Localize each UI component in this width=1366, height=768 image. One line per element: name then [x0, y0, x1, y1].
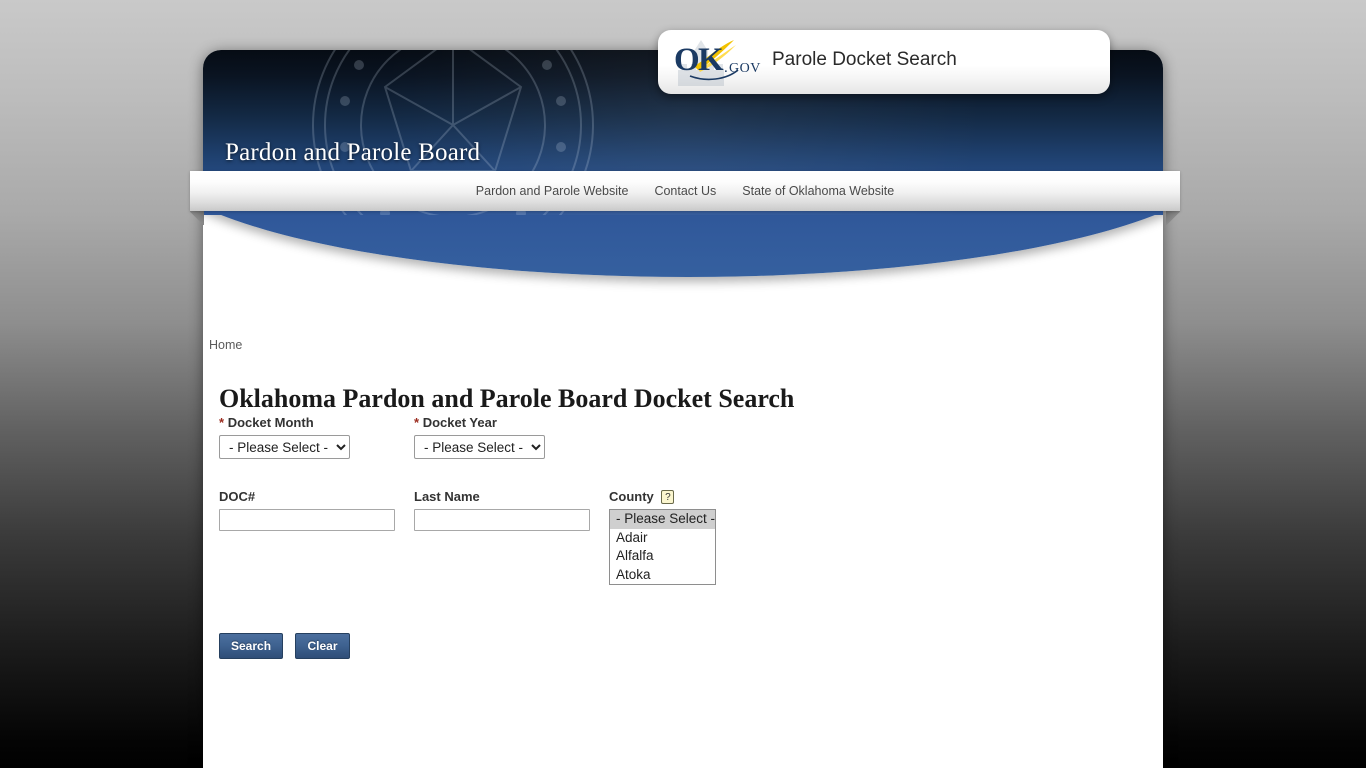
breadcrumb-item-home[interactable]: Home: [209, 338, 242, 352]
page-root: SEAL Pardon and Parole Board Home Oklaho…: [0, 0, 1366, 768]
svg-text:.: .: [724, 60, 728, 76]
field-last-name: Last Name: [414, 489, 590, 531]
header-wave-shape: [203, 215, 1163, 277]
page-title: Oklahoma Pardon and Parole Board Docket …: [219, 384, 795, 414]
field-doc-number: DOC#: [219, 489, 395, 531]
svg-text:O: O: [674, 42, 700, 78]
svg-text:K: K: [698, 42, 724, 78]
county-option[interactable]: Atoka: [610, 566, 715, 585]
search-button[interactable]: Search: [219, 633, 284, 659]
county-option[interactable]: Alfalfa: [610, 547, 715, 566]
last-name-input[interactable]: [414, 509, 590, 531]
breadcrumb: Home: [209, 338, 242, 352]
app-title: Parole Docket Search: [772, 49, 957, 70]
county-option[interactable]: - Please Select -: [610, 510, 715, 529]
nav-ribbon-shadow-right: [1166, 211, 1180, 225]
field-county: County ? - Please Select - Adair Alfalfa…: [609, 489, 716, 585]
form-row-date: * Docket Month - Please Select - * Docke…: [219, 415, 1149, 489]
last-name-label: Last Name: [414, 489, 480, 504]
doc-number-label: DOC#: [219, 489, 256, 504]
required-marker: *: [414, 415, 420, 430]
county-label: County ?: [609, 489, 716, 504]
nav-item-state-of-oklahoma-website[interactable]: State of Oklahoma Website: [740, 182, 896, 200]
county-listbox[interactable]: - Please Select - Adair Alfalfa Atoka: [609, 509, 716, 585]
docket-year-select[interactable]: - Please Select -: [414, 435, 545, 459]
doc-number-input[interactable]: [219, 509, 395, 531]
nav-item-contact-us[interactable]: Contact Us: [652, 182, 718, 200]
county-option[interactable]: Adair: [610, 529, 715, 548]
docket-year-label: * Docket Year: [414, 415, 545, 430]
ok-gov-logo-icon[interactable]: O K . GOV: [672, 36, 776, 88]
header-wave-area: [203, 215, 1163, 335]
field-docket-year: * Docket Year - Please Select -: [414, 415, 545, 459]
field-docket-month: * Docket Month - Please Select -: [219, 415, 350, 459]
docket-search-form: * Docket Month - Please Select - * Docke…: [219, 415, 1149, 659]
question-mark-icon[interactable]: ?: [661, 490, 675, 504]
form-actions: Search Clear: [219, 633, 1149, 659]
page-container: SEAL Pardon and Parole Board Home Oklaho…: [203, 50, 1163, 768]
nav-link-list: Pardon and Parole Website Contact Us Sta…: [190, 171, 1180, 211]
nav-item-pardon-and-parole-website[interactable]: Pardon and Parole Website: [474, 182, 631, 200]
header-title: Pardon and Parole Board: [225, 139, 481, 166]
app-title-badge: O K . GOV Parole Docket Search: [658, 30, 1110, 94]
form-row-identity: DOC# Last Name County ? - Please Select …: [219, 489, 1149, 619]
primary-nav: Pardon and Parole Website Contact Us Sta…: [190, 171, 1180, 211]
docket-month-select[interactable]: - Please Select -: [219, 435, 350, 459]
docket-month-label: * Docket Month: [219, 415, 350, 430]
docket-month-label-text: Docket Month: [227, 415, 314, 430]
county-label-text: County: [609, 489, 654, 504]
clear-button[interactable]: Clear: [295, 633, 350, 659]
required-marker: *: [219, 415, 225, 430]
nav-ribbon-shadow-left: [190, 211, 204, 225]
docket-year-label-text: Docket Year: [422, 415, 497, 430]
